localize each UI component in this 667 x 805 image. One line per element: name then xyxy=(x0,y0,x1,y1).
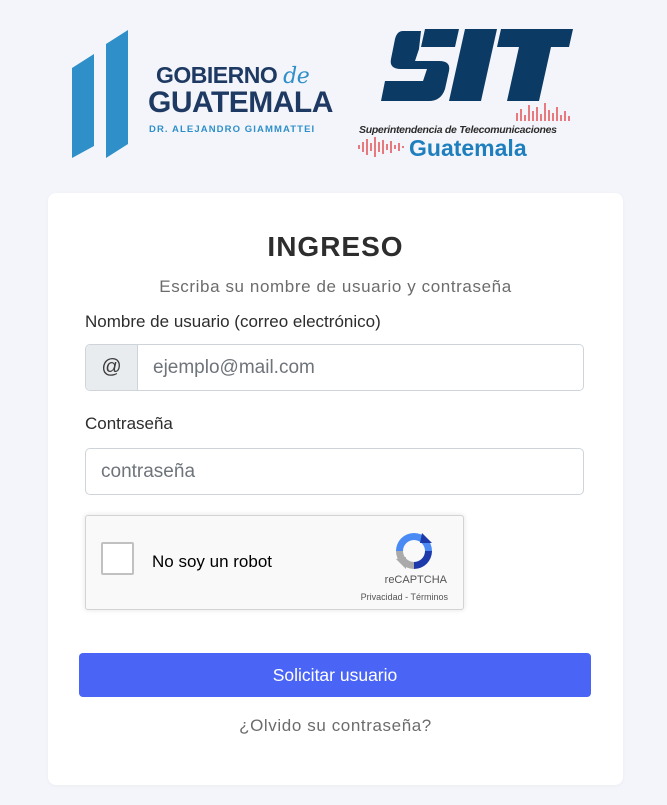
password-label: Contraseña xyxy=(85,414,173,433)
recaptcha-label: No soy un robot xyxy=(152,552,273,571)
username-input-group: @ xyxy=(85,344,584,391)
request-user-button[interactable]: Solicitar usuario xyxy=(79,653,591,697)
login-card: INGRESO Escriba su nombre de usuario y c… xyxy=(48,193,623,785)
recaptcha-terms-link[interactable]: Términos xyxy=(410,592,448,602)
recaptcha-brand: reCAPTCHA xyxy=(384,574,447,586)
recaptcha-checkbox[interactable] xyxy=(101,542,134,575)
sit-country: Guatemala xyxy=(409,135,527,161)
gob-name-line1: GOBIERNO de xyxy=(156,62,310,89)
gobierno-logo: GOBIERNO de GUATEMALA DR. ALEJANDRO GIAM… xyxy=(70,28,333,160)
header-logos: GOBIERNO de GUATEMALA DR. ALEJANDRO GIAM… xyxy=(0,0,667,190)
username-input[interactable] xyxy=(138,345,583,390)
page-title: INGRESO xyxy=(267,231,404,262)
sit-logo: Superintendencia de Telecomunicaciones G… xyxy=(355,25,605,165)
forgot-password-link[interactable]: ¿Olvido su contraseña? xyxy=(48,716,623,736)
recaptcha-privacy-link[interactable]: Privacidad xyxy=(361,592,403,602)
recaptcha-icon xyxy=(396,533,432,569)
guatemala-flag-stripes-icon xyxy=(72,30,128,158)
page-subtitle: Escriba su nombre de usuario y contraseñ… xyxy=(159,277,512,296)
at-sign-icon: @ xyxy=(86,345,138,390)
password-input[interactable] xyxy=(85,448,584,495)
gob-name-line2: GUATEMALA xyxy=(148,86,333,119)
username-label: Nombre de usuario (correo electrónico) xyxy=(85,312,381,331)
recaptcha-widget: No soy un robot reCAPTCHA Privacidad - T… xyxy=(85,515,464,610)
recaptcha-links: Privacidad - Términos xyxy=(86,592,448,602)
gob-subtitle: DR. ALEJANDRO GIAMMATTEI xyxy=(149,124,316,135)
